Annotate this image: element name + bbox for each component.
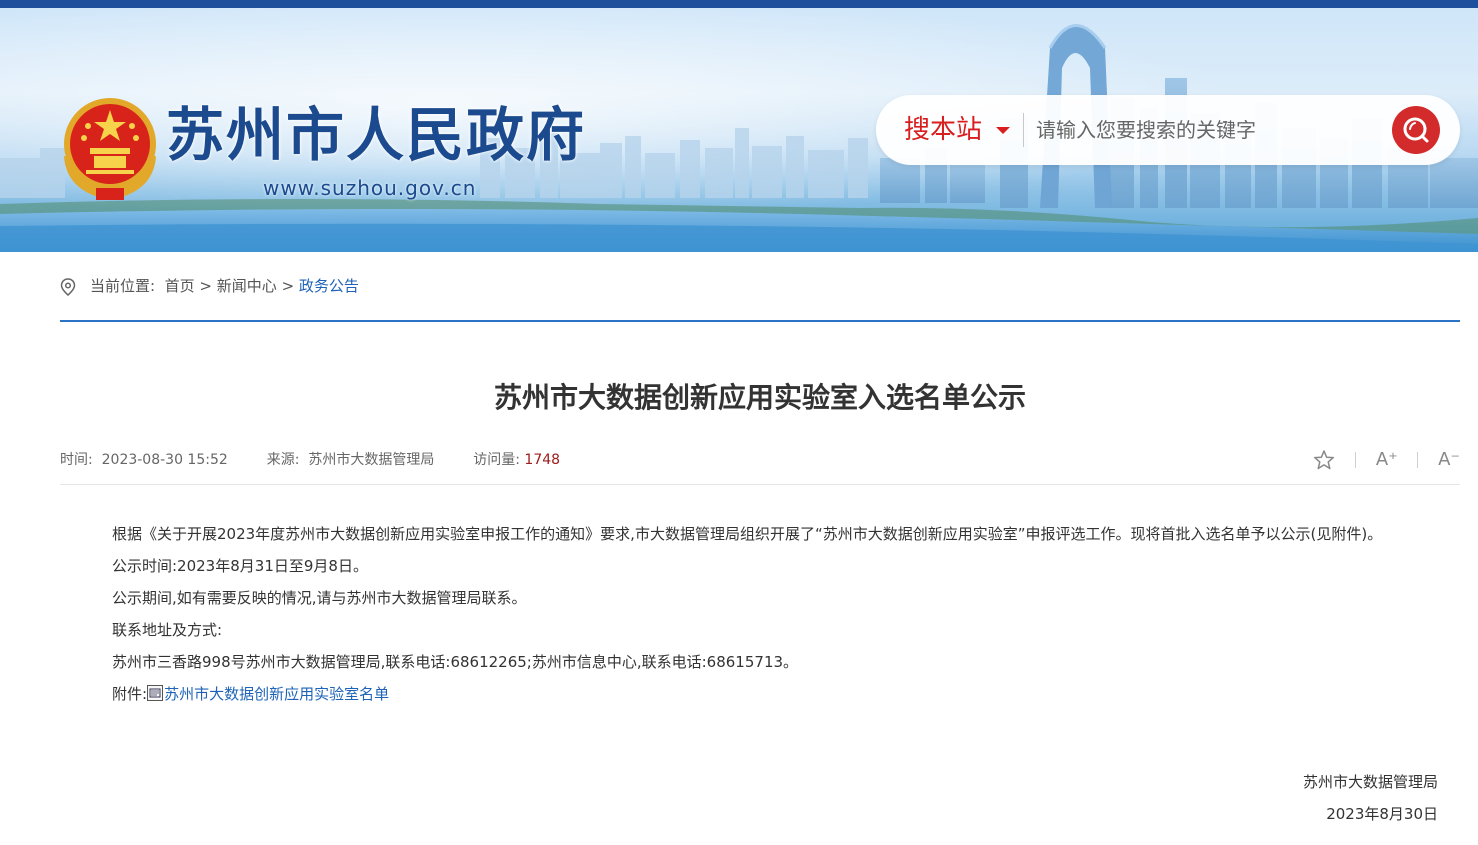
breadcrumb-home[interactable]: 首页 — [165, 277, 195, 295]
article-title: 苏州市大数据创新应用实验室入选名单公示 — [493, 381, 1026, 414]
search-divider — [1023, 113, 1024, 147]
breadcrumb-label: 当前位置: — [90, 277, 156, 295]
view-count: 1748 — [524, 452, 561, 468]
star-icon[interactable] — [1313, 449, 1335, 471]
location-pin-icon — [60, 278, 76, 296]
body-paragraph: 根据《关于开展2023年度苏州市大数据创新应用实验室申报工作的通知》要求,市大数… — [112, 525, 1383, 543]
attachment-icon — [147, 685, 164, 701]
national-emblem-icon — [64, 98, 156, 201]
tools-separator — [1355, 452, 1357, 468]
body-paragraph: 公示期间,如有需要反映的情况,请与苏州市大数据管理局联系。 — [112, 589, 527, 607]
body-paragraph: 公示时间:2023年8月31日至9月8日。 — [112, 557, 368, 575]
breadcrumb-current[interactable]: 政务公告 — [299, 277, 359, 295]
site-url: www.suzhou.gov.cn — [263, 176, 477, 200]
time-label: 时间: — [60, 452, 93, 468]
source-label: 来源: — [266, 452, 300, 468]
body-paragraph: 联系地址及方式: — [112, 621, 223, 639]
search-input[interactable] — [1036, 110, 1376, 150]
meta-divider — [60, 484, 1460, 485]
attachment-link[interactable]: 苏州市大数据创新应用实验室名单 — [164, 685, 389, 703]
publish-time: 2023-08-30 15:52 — [101, 452, 228, 468]
site-search-box: 搜本站 — [876, 95, 1460, 165]
search-icon — [1403, 117, 1429, 143]
site-title: 苏州市人民政府 — [166, 101, 587, 169]
signature-org: 苏州市大数据管理局 — [1302, 773, 1438, 791]
views-label: 访问量: — [473, 452, 520, 468]
font-increase-button[interactable]: A⁺ — [1376, 449, 1398, 470]
article-source: 苏州市大数据管理局 — [308, 452, 435, 468]
search-scope-dropdown[interactable]: 搜本站 — [904, 112, 982, 148]
top-bar — [0, 0, 1478, 8]
article-tools: A⁺ A⁻ — [1313, 448, 1460, 472]
breadcrumb-divider — [60, 320, 1460, 322]
attachment-line: 附件: 苏州市大数据创新应用实验室名单 — [80, 682, 1440, 706]
attachment-label: 附件: — [112, 685, 148, 703]
article-body: 根据《关于开展2023年度苏州市大数据创新应用实验室申报工作的通知》要求,市大数… — [80, 522, 1440, 714]
breadcrumb-separator: > — [281, 277, 295, 295]
tools-separator — [1417, 452, 1419, 468]
breadcrumb-news-center[interactable]: 新闻中心 — [217, 277, 277, 295]
signature-date: 2023年8月30日 — [1326, 805, 1438, 823]
font-decrease-button[interactable]: A⁻ — [1438, 449, 1460, 470]
search-button[interactable] — [1392, 106, 1440, 154]
dropdown-caret-icon[interactable] — [996, 127, 1010, 134]
body-paragraph: 苏州市三香路998号苏州市大数据管理局,联系电话:68612265;苏州市信息中… — [112, 653, 799, 671]
breadcrumb-separator: > — [199, 277, 212, 295]
article-meta: 时间: 2023-08-30 15:52 来源: 苏州市大数据管理局 访问量: … — [60, 450, 560, 470]
